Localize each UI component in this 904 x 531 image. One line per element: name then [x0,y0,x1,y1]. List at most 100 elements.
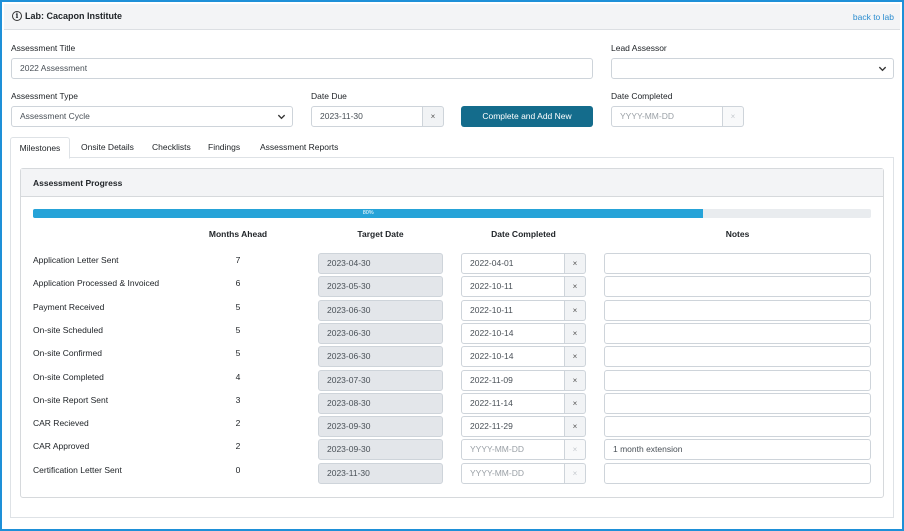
chevron-down-icon [277,114,286,120]
notes-field[interactable] [604,253,871,274]
months-ahead-value: 3 [235,395,241,405]
milestone-label: Payment Received [33,302,105,312]
months-ahead-value: 5 [235,325,241,335]
target-date-field: 2023-04-30 [318,253,443,274]
months-ahead-value: 6 [235,278,241,288]
date-completed-field[interactable]: 2022-10-14 [461,346,565,367]
assessment-title-input[interactable]: 2022 Assessment [11,58,593,79]
notes-field[interactable] [604,393,871,414]
tab-milestones[interactable]: Milestones [10,137,70,159]
months-ahead-value: 2 [235,441,241,451]
milestone-label: On-site Scheduled [33,325,103,335]
target-date-field: 2023-06-30 [318,300,443,321]
close-icon: × [572,259,578,268]
date-completed-field[interactable]: YYYY-MM-DD [461,463,565,484]
date-completed-label: Date Completed [611,91,673,101]
clear-date-button[interactable]: × [565,323,586,344]
date-due-clear-button[interactable]: × [423,106,444,127]
notes-field[interactable]: 1 month extension [604,439,871,460]
target-date-field: 2023-09-30 [318,416,443,437]
clear-date-button[interactable]: × [565,416,586,437]
date-completed-input[interactable]: YYYY-MM-DD [611,106,723,127]
date-completed-field[interactable]: YYYY-MM-DD [461,439,565,460]
close-icon: × [572,352,578,361]
notes-field[interactable] [604,346,871,367]
date-completed-field[interactable]: 2022-11-29 [461,416,565,437]
tab-bar: Milestones Onsite Details Checklists Fin… [10,137,894,159]
assessment-type-select[interactable]: Assessment Cycle [11,106,293,127]
target-date-header: Target Date [357,229,404,239]
date-completed-field[interactable]: 2022-10-11 [461,300,565,321]
clear-date-button[interactable]: × [565,370,586,391]
lead-assessor-select[interactable] [611,58,894,79]
close-icon: × [430,112,436,121]
date-due-input[interactable]: 2023-11-30 [311,106,423,127]
close-icon: × [730,112,736,121]
date-completed-field[interactable]: 2022-11-14 [461,393,565,414]
months-ahead-value: 2 [235,418,241,428]
milestone-label: On-site Report Sent [33,395,109,405]
clear-date-button[interactable]: × [565,300,586,321]
date-completed-field[interactable]: 2022-11-09 [461,370,565,391]
notes-field[interactable] [604,416,871,437]
months-ahead-value: 5 [235,302,241,312]
tab-checklists[interactable]: Checklists [152,137,191,158]
date-completed-field[interactable]: 2022-04-01 [461,253,565,274]
target-date-field: 2023-09-30 [318,439,443,460]
months-ahead-value: 0 [235,465,241,475]
target-date-field: 2023-11-30 [318,463,443,484]
target-date-field: 2023-07-30 [318,370,443,391]
milestone-label: On-site Confirmed [33,348,102,358]
milestone-label: Certification Letter Sent [33,465,122,475]
clear-date-button[interactable]: × [565,346,586,367]
back-to-lab-link[interactable]: back to lab [853,12,894,22]
clear-date-button[interactable]: × [565,463,586,484]
close-icon: × [572,306,578,315]
date-completed-field[interactable]: 2022-10-11 [461,276,565,297]
months-ahead-header: Months Ahead [208,229,268,239]
complete-and-add-new-button[interactable]: Complete and Add New [461,106,593,127]
card-title: Assessment Progress [33,178,123,188]
tab-onsite-details[interactable]: Onsite Details [81,137,134,158]
notes-field[interactable] [604,276,871,297]
date-completed-header: Date Completed [491,229,556,239]
assessment-type-label: Assessment Type [11,91,78,101]
page-title: Lab: Cacapon Institute [25,11,123,21]
lead-assessor-label: Lead Assessor [611,43,667,53]
close-icon: × [572,329,578,338]
close-icon: × [572,376,578,385]
close-icon: × [572,399,578,408]
target-date-field: 2023-05-30 [318,276,443,297]
notes-field[interactable] [604,463,871,484]
clear-date-button[interactable]: × [565,253,586,274]
notes-field[interactable] [604,323,871,344]
assessment-type-value: Assessment Cycle [20,111,90,121]
milestone-label: CAR Recieved [33,418,89,428]
info-circle-icon: i [12,11,22,21]
date-completed-clear-button[interactable]: × [723,106,744,127]
notes-header: Notes [725,229,750,239]
clear-date-button[interactable]: × [565,439,586,460]
notes-field[interactable] [604,370,871,391]
progress-bar: 80% [33,209,871,218]
clear-date-button[interactable]: × [565,276,586,297]
milestone-label: On-site Completed [33,372,104,382]
chevron-down-icon [878,66,887,72]
milestone-label: CAR Approved [33,441,90,451]
target-date-field: 2023-08-30 [318,393,443,414]
tab-assessment-reports[interactable]: Assessment Reports [260,137,338,158]
notes-field[interactable] [604,300,871,321]
milestone-label: Application Processed & Invoiced [33,278,160,288]
close-icon: × [572,282,578,291]
clear-date-button[interactable]: × [565,393,586,414]
target-date-field: 2023-06-30 [318,346,443,367]
close-icon: × [572,422,578,431]
page-header: i Lab: Cacapon Institute back to lab [4,4,900,30]
progress-fill: 80% [33,209,704,218]
months-ahead-value: 7 [235,255,241,265]
assessment-title-label: Assessment Title [11,43,76,53]
months-ahead-value: 4 [235,372,241,382]
months-ahead-value: 5 [235,348,241,358]
date-completed-field[interactable]: 2022-10-14 [461,323,565,344]
tab-findings[interactable]: Findings [208,137,240,158]
